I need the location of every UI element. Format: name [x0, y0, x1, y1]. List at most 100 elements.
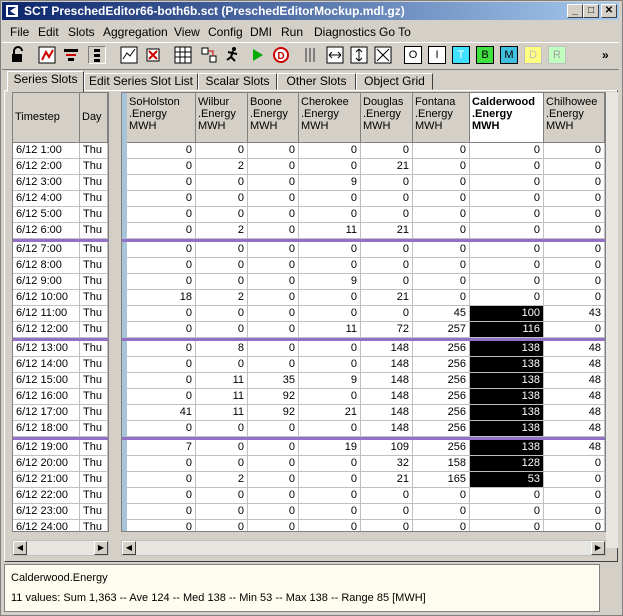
table-cell[interactable]: 0 — [361, 306, 413, 322]
table-cell[interactable]: 0 — [127, 274, 196, 290]
timestep-cell[interactable]: 6/12 18:00 — [13, 421, 80, 437]
table-cell[interactable]: 48 — [544, 421, 605, 437]
table-cell[interactable]: 2 — [196, 159, 248, 175]
table-cell[interactable]: 0 — [299, 357, 361, 373]
table-cell[interactable]: 0 — [361, 258, 413, 274]
table-cell[interactable]: 0 — [299, 472, 361, 488]
table-cell[interactable]: 72 — [361, 322, 413, 338]
timestep-cell[interactable]: 6/12 23:00 — [13, 504, 80, 520]
table-cell[interactable]: 48 — [544, 357, 605, 373]
day-cell[interactable]: Thu — [80, 520, 108, 531]
day-cell[interactable]: Thu — [80, 440, 108, 456]
table-cell[interactable]: 0 — [248, 520, 299, 531]
table-cell[interactable]: 0 — [544, 159, 605, 175]
table-cell[interactable]: 0 — [413, 175, 470, 191]
day-header[interactable]: Day — [80, 93, 108, 143]
table-cell[interactable]: 11 — [196, 405, 248, 421]
table-cell[interactable]: 0 — [127, 488, 196, 504]
day-cell[interactable]: Thu — [80, 341, 108, 357]
table-cell[interactable]: 2 — [196, 472, 248, 488]
table-cell[interactable]: 0 — [248, 504, 299, 520]
table-cell[interactable]: 35 — [248, 373, 299, 389]
table-cell[interactable]: 9 — [299, 175, 361, 191]
table-cell[interactable]: 0 — [299, 341, 361, 357]
table-cell[interactable]: 0 — [127, 143, 196, 159]
table-cell[interactable]: 43 — [544, 306, 605, 322]
timestep-cell[interactable]: 6/12 5:00 — [13, 207, 80, 223]
table-cell[interactable]: 148 — [361, 341, 413, 357]
table-cell[interactable]: 0 — [544, 520, 605, 531]
filter-r-button[interactable]: R — [548, 46, 566, 64]
timestep-cell[interactable]: 6/12 17:00 — [13, 405, 80, 421]
table-cell[interactable]: 0 — [248, 322, 299, 338]
right-horizontal-scrollbar[interactable]: ◀ ▶ — [121, 540, 606, 556]
table-cell[interactable]: 0 — [248, 456, 299, 472]
table-cell[interactable]: 0 — [299, 488, 361, 504]
table-cell[interactable]: 0 — [248, 175, 299, 191]
day-cell[interactable]: Thu — [80, 207, 108, 223]
menu-goto[interactable]: Go To — [379, 25, 411, 39]
table-cell[interactable]: 148 — [361, 405, 413, 421]
table-cell[interactable]: 0 — [248, 306, 299, 322]
chart-red-icon[interactable] — [38, 46, 56, 64]
table-cell[interactable]: 0 — [299, 389, 361, 405]
plot-icon[interactable] — [120, 46, 138, 64]
table-cell[interactable]: 0 — [127, 504, 196, 520]
table-cell[interactable]: 41 — [127, 405, 196, 421]
timestep-cell[interactable]: 6/12 3:00 — [13, 175, 80, 191]
table-cell[interactable]: 48 — [544, 389, 605, 405]
table-cell[interactable]: 0 — [127, 223, 196, 239]
table-cell[interactable]: 0 — [196, 456, 248, 472]
table-cell[interactable]: 0 — [196, 143, 248, 159]
table-cell[interactable]: 138 — [470, 341, 544, 357]
table-cell[interactable]: 0 — [248, 143, 299, 159]
day-cell[interactable]: Thu — [80, 322, 108, 338]
title-bar[interactable]: SCT PreschedEditor66-both6b.sct (Presche… — [2, 2, 619, 20]
menu-view[interactable]: View — [174, 25, 200, 39]
table-cell[interactable]: 0 — [299, 159, 361, 175]
tab-series-slots[interactable]: Series Slots — [7, 71, 84, 92]
day-cell[interactable]: Thu — [80, 306, 108, 322]
day-cell[interactable]: Thu — [80, 373, 108, 389]
table-cell[interactable]: 0 — [544, 456, 605, 472]
day-cell[interactable]: Thu — [80, 223, 108, 239]
day-cell[interactable]: Thu — [80, 488, 108, 504]
table-cell[interactable]: 53 — [470, 472, 544, 488]
table-cell[interactable]: 48 — [544, 405, 605, 421]
grid-icon[interactable] — [174, 46, 192, 64]
table-cell[interactable]: 0 — [196, 207, 248, 223]
day-cell[interactable]: Thu — [80, 258, 108, 274]
table-cell[interactable]: 48 — [544, 440, 605, 456]
table-cell[interactable]: 0 — [361, 175, 413, 191]
table-cell[interactable]: 0 — [361, 143, 413, 159]
table-cell[interactable]: 2 — [196, 290, 248, 306]
table-cell[interactable]: 0 — [544, 143, 605, 159]
day-cell[interactable]: Thu — [80, 357, 108, 373]
table-cell[interactable]: 21 — [361, 290, 413, 306]
table-cell[interactable]: 0 — [248, 207, 299, 223]
fit-width-icon[interactable] — [326, 46, 344, 64]
table-cell[interactable]: 0 — [470, 520, 544, 531]
filter-t-button[interactable]: T — [452, 46, 470, 64]
timestep-cell[interactable]: 6/12 8:00 — [13, 258, 80, 274]
stop-icon[interactable]: D — [272, 46, 290, 64]
table-cell[interactable]: 0 — [248, 274, 299, 290]
table-cell[interactable]: 0 — [544, 242, 605, 258]
run-icon[interactable] — [248, 46, 266, 64]
table-cell[interactable]: 148 — [361, 357, 413, 373]
tab-edit-series-slot-list[interactable]: Edit Series Slot List — [84, 73, 198, 90]
table-cell[interactable]: 0 — [248, 223, 299, 239]
table-cell[interactable]: 0 — [127, 389, 196, 405]
table-cell[interactable]: 0 — [470, 504, 544, 520]
table-cell[interactable]: 9 — [299, 373, 361, 389]
clear-icon[interactable] — [144, 46, 162, 64]
fit-all-icon[interactable] — [374, 46, 392, 64]
table-cell[interactable]: 0 — [248, 191, 299, 207]
table-cell[interactable]: 0 — [361, 274, 413, 290]
maximize-button[interactable]: □ — [583, 4, 599, 18]
table-cell[interactable]: 138 — [470, 440, 544, 456]
day-cell[interactable]: Thu — [80, 389, 108, 405]
table-cell[interactable]: 0 — [196, 357, 248, 373]
table-cell[interactable]: 165 — [413, 472, 470, 488]
table-cell[interactable]: 0 — [413, 520, 470, 531]
